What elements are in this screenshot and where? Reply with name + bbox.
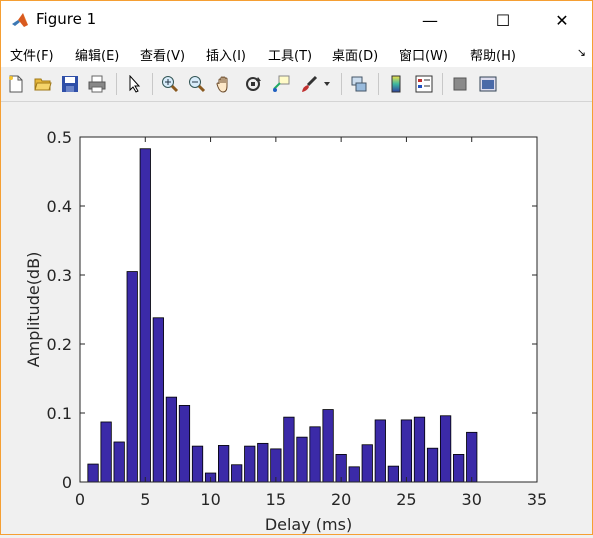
figure-window: Figure 1 — ☐ ✕ 文件(F) 编辑(E) 查看(V) 插入(I) 工… (0, 0, 593, 535)
hide-plot-tools-icon[interactable] (448, 72, 472, 96)
window-title: Figure 1 (36, 10, 97, 28)
toolbar-separator (116, 73, 117, 95)
y-tick-label: 0 (62, 473, 72, 492)
insert-legend-icon[interactable] (412, 72, 436, 96)
zoom-in-icon[interactable] (158, 72, 182, 96)
bar (100, 421, 112, 483)
bar (426, 447, 439, 483)
menu-insert[interactable]: 插入(I) (206, 45, 246, 64)
pan-hand-icon[interactable] (212, 72, 236, 96)
bar (348, 466, 360, 483)
bar (361, 444, 373, 483)
bar (283, 416, 295, 483)
x-tick-label: 25 (396, 490, 416, 509)
bar (87, 463, 99, 483)
bar (400, 419, 413, 483)
menu-view[interactable]: 查看(V) (140, 45, 185, 64)
bar (139, 148, 151, 483)
bar (113, 441, 125, 483)
print-icon[interactable] (85, 72, 109, 96)
bar (165, 396, 178, 483)
bar (413, 416, 426, 483)
bar (439, 415, 452, 483)
bar (309, 426, 321, 483)
data-cursor-icon[interactable] (269, 72, 293, 96)
bar (296, 436, 308, 483)
bar (387, 465, 399, 483)
toolbar-separator (378, 73, 379, 95)
x-tick-label: 20 (331, 490, 351, 509)
bar (231, 464, 243, 483)
bar (178, 405, 191, 483)
open-file-icon[interactable] (31, 72, 55, 96)
toolbar-separator (442, 73, 443, 95)
bar (244, 445, 256, 483)
save-icon[interactable] (58, 72, 82, 96)
bar (453, 453, 465, 483)
zoom-out-icon[interactable] (185, 72, 209, 96)
y-tick-label: 0.2 (47, 335, 72, 354)
y-axis-label: Amplitude(dB) (24, 252, 43, 368)
close-button[interactable]: ✕ (539, 1, 585, 39)
x-tick-label: 10 (200, 490, 220, 509)
x-tick-label: 5 (140, 490, 150, 509)
bar (466, 431, 478, 483)
close-icon: ✕ (555, 10, 569, 30)
menu-help[interactable]: 帮助(H) (470, 45, 516, 64)
toolbar-separator (152, 73, 153, 95)
minimize-button[interactable]: — (407, 1, 453, 39)
x-axis-label: Delay (ms) (265, 515, 352, 534)
menu-tools[interactable]: 工具(T) (268, 45, 312, 64)
x-tick-label: 30 (462, 490, 482, 509)
maximize-icon: ☐ (495, 10, 511, 30)
menu-window[interactable]: 窗口(W) (399, 45, 448, 64)
x-tick-label: 15 (266, 490, 286, 509)
menu-file[interactable]: 文件(F) (10, 45, 54, 64)
bar (257, 442, 269, 483)
title-bar: Figure 1 — ☐ ✕ (1, 1, 592, 39)
figure-toolbar (1, 67, 592, 102)
figure-canvas: 0 5 10 15 20 25 30 35 0 0.1 0.2 0.3 0.4 0.5 Delay (m… (1, 102, 592, 534)
menu-bar: 文件(F) 编辑(E) 查看(V) 插入(I) 工具(T) 桌面(D) 窗口(W… (1, 39, 592, 67)
insert-colorbar-icon[interactable] (384, 72, 408, 96)
new-figure-icon[interactable] (4, 72, 28, 96)
toolbar-separator (341, 73, 342, 95)
bar (218, 445, 230, 483)
bar (322, 409, 334, 483)
menu-desktop[interactable]: 桌面(D) (332, 45, 378, 64)
menu-overflow-icon[interactable]: ↘ (577, 46, 586, 59)
link-plot-icon[interactable] (347, 72, 371, 96)
bar-chart: 0 5 10 15 20 25 30 35 0 0.1 0.2 0.3 0.4 0.5 Delay (m… (24, 128, 547, 534)
show-plot-tools-icon[interactable] (476, 72, 500, 96)
bar (191, 445, 204, 483)
bar (152, 317, 164, 483)
y-tick-label: 0.4 (47, 197, 72, 216)
bar (126, 271, 138, 483)
y-tick-label: 0.5 (47, 128, 72, 147)
bar (374, 419, 386, 483)
x-tick-label: 0 (75, 490, 85, 509)
minimize-icon: — (422, 10, 438, 30)
y-tick-label: 0.3 (47, 266, 72, 285)
brush-icon[interactable] (297, 72, 321, 96)
menu-edit[interactable]: 编辑(E) (75, 45, 119, 64)
rotate-3d-icon[interactable] (241, 72, 265, 96)
maximize-button[interactable]: ☐ (480, 1, 526, 39)
matlab-logo-icon (12, 13, 28, 27)
x-tick-label: 35 (527, 490, 547, 509)
y-tick-label: 0.1 (47, 404, 72, 423)
brush-dropdown-icon[interactable] (321, 72, 333, 96)
edit-plot-arrow-icon[interactable] (122, 72, 146, 96)
